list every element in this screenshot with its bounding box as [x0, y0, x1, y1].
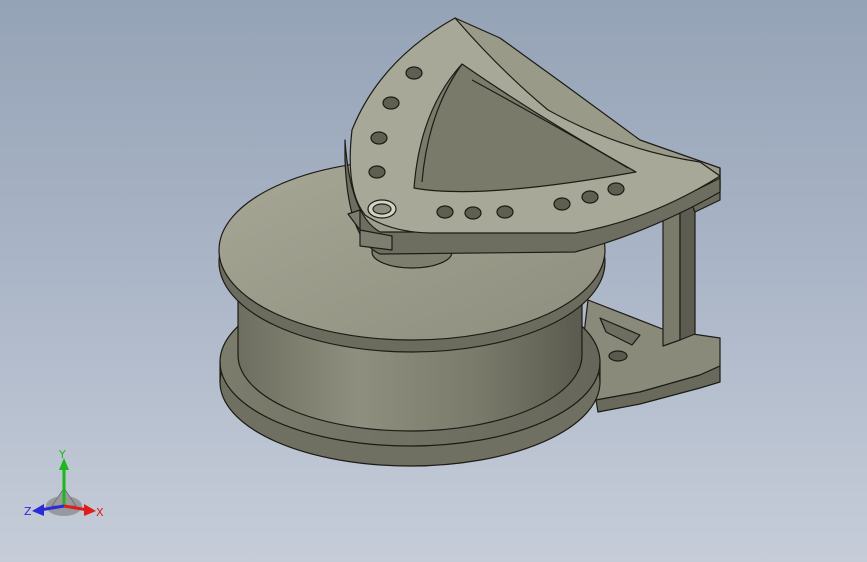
- plate-hole[interactable]: [496, 205, 514, 219]
- x-axis-label: X: [96, 506, 104, 519]
- plate-hole[interactable]: [607, 182, 625, 196]
- plate-hole[interactable]: [581, 190, 599, 204]
- plate-hole[interactable]: [368, 165, 386, 179]
- rear-post[interactable]: [662, 204, 681, 347]
- x-axis-arrow-icon: [84, 504, 96, 516]
- z-axis-label: Z: [24, 505, 32, 518]
- orientation-triad[interactable]: Y X Z: [22, 448, 108, 524]
- plate-hole[interactable]: [436, 205, 454, 219]
- 3d-model-view[interactable]: [0, 0, 867, 562]
- graphics-viewport[interactable]: Y X Z: [0, 0, 867, 562]
- plate-hole[interactable]: [553, 197, 571, 211]
- y-axis-label: Y: [58, 448, 66, 461]
- lower-bracket-hole[interactable]: [608, 350, 628, 362]
- rear-post-side[interactable]: [679, 199, 696, 341]
- z-axis-arrow-icon: [32, 504, 44, 516]
- plate-hole[interactable]: [405, 66, 423, 80]
- part-body[interactable]: [218, 17, 721, 467]
- plate-hole[interactable]: [464, 206, 482, 220]
- plate-hole[interactable]: [370, 131, 388, 145]
- plate-hole[interactable]: [382, 96, 400, 110]
